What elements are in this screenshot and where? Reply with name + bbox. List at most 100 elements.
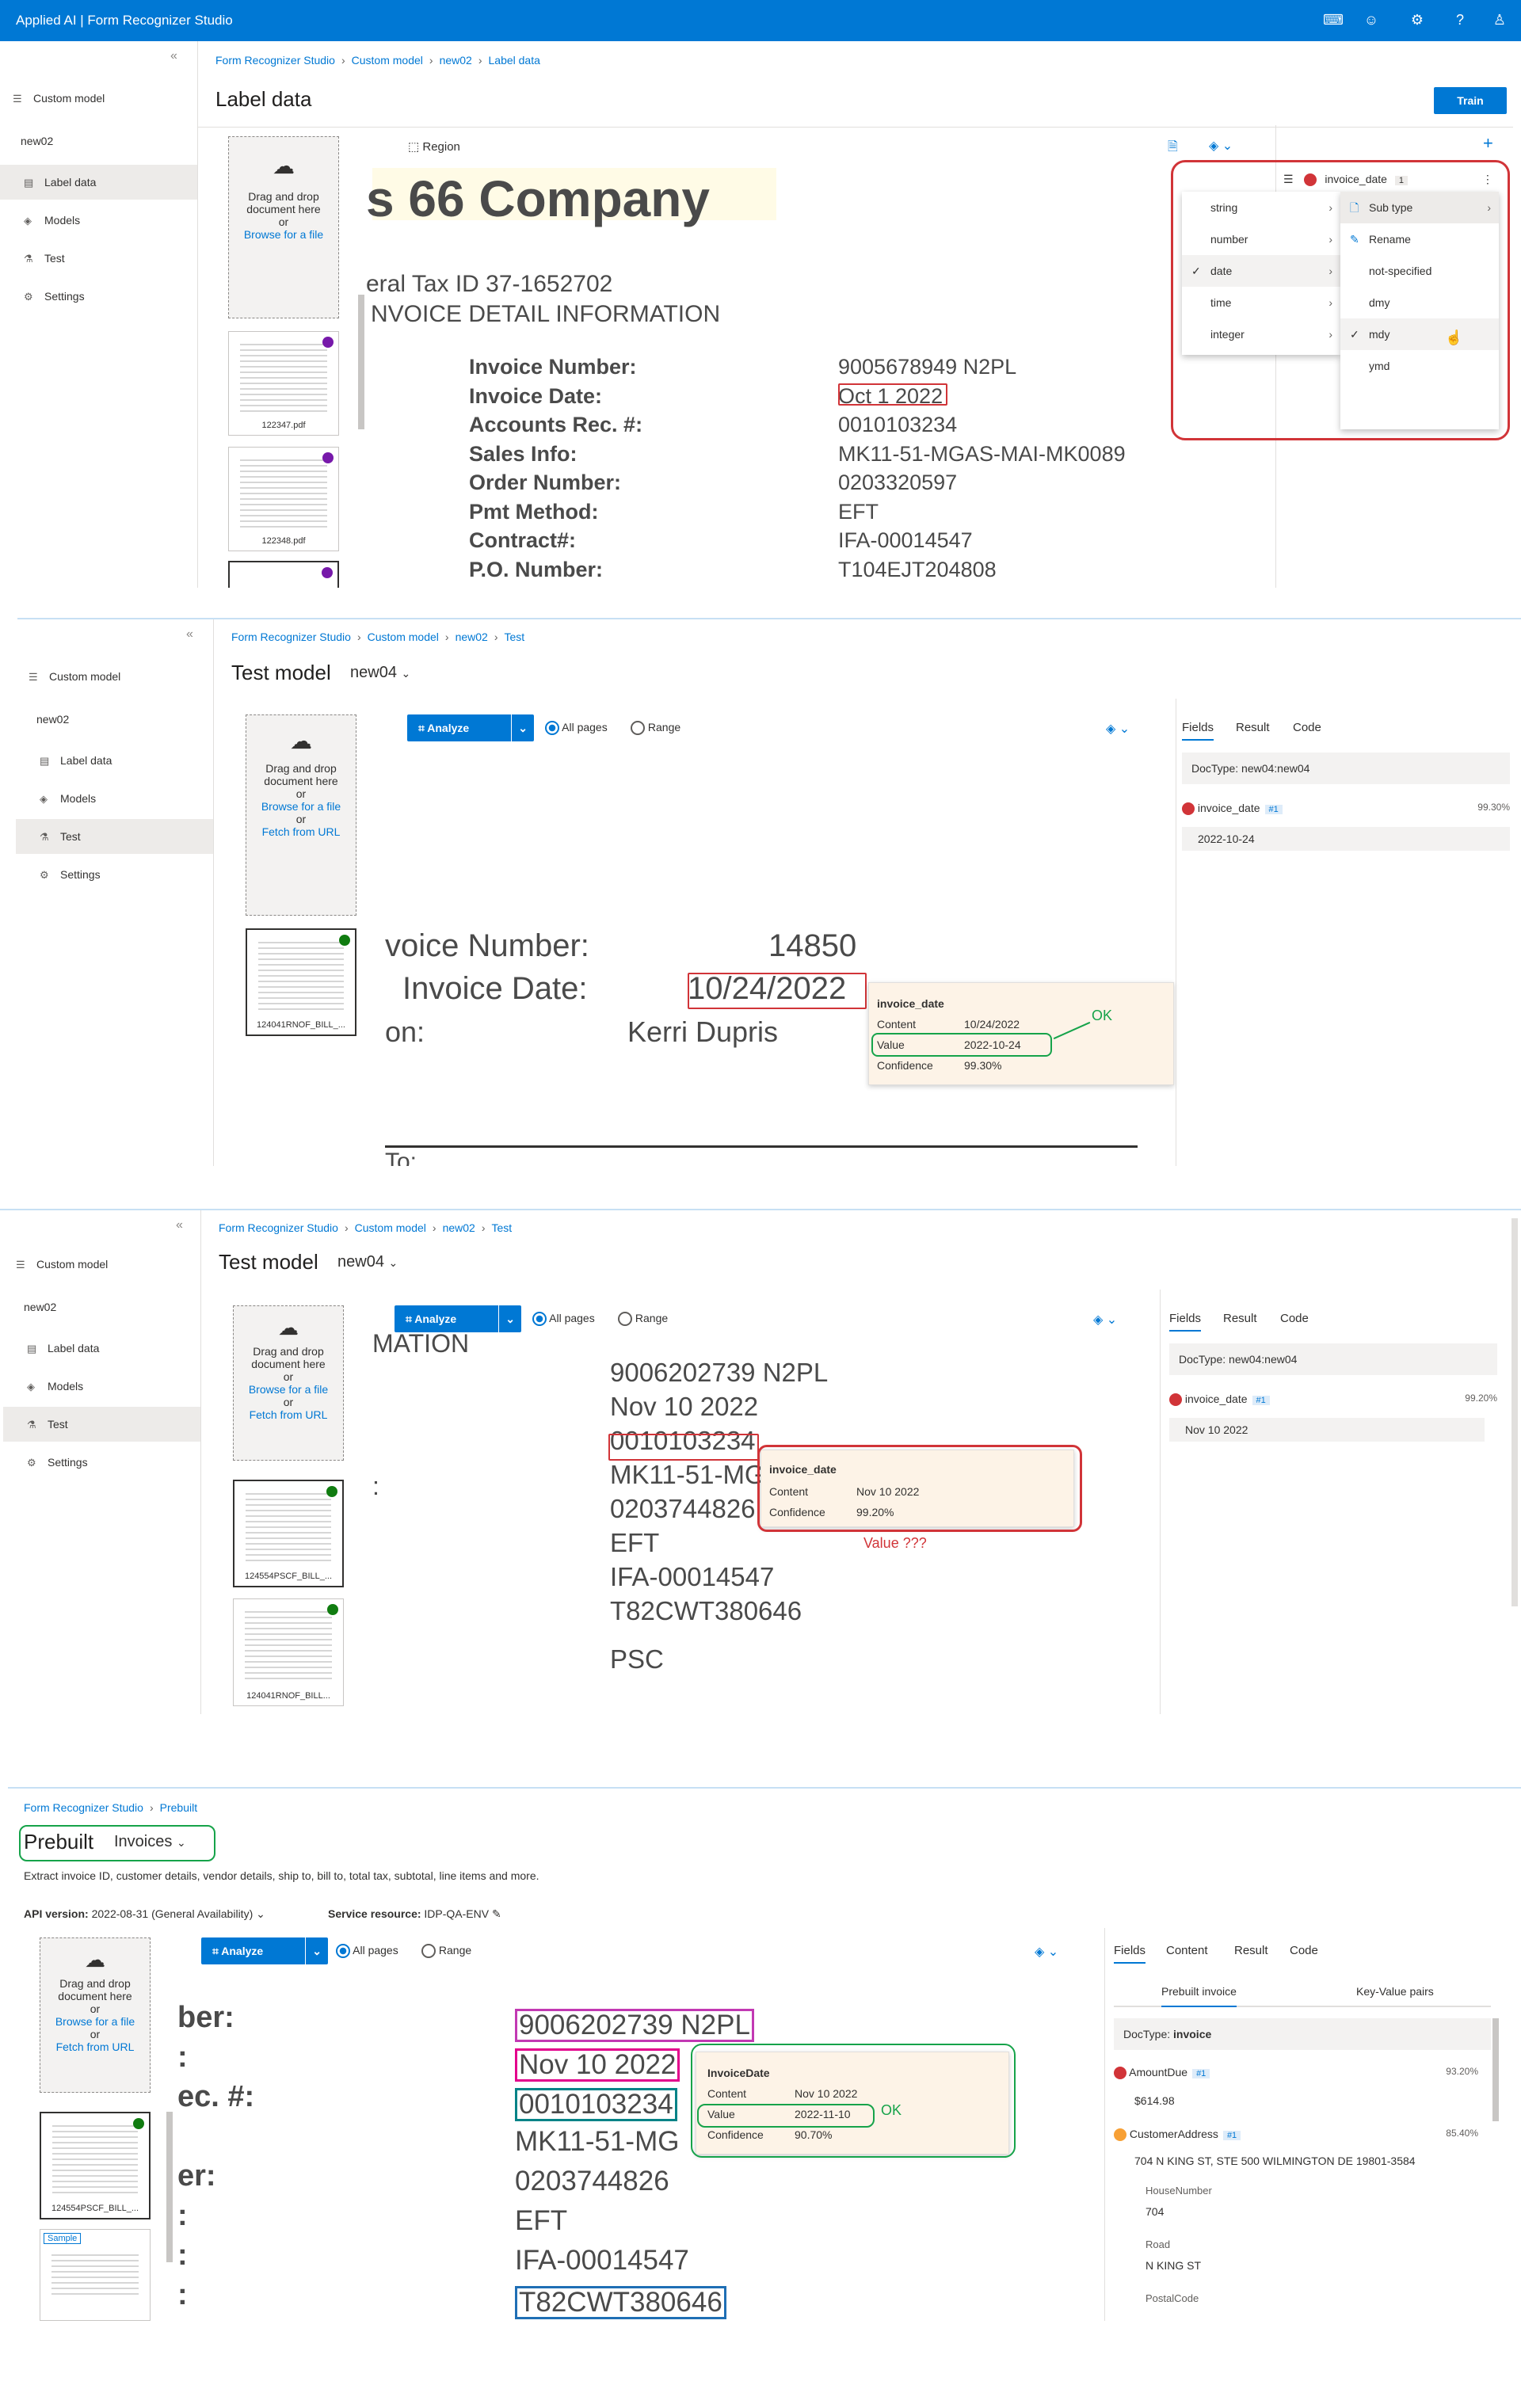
crumb-studio[interactable]: Form Recognizer Studio [215, 54, 335, 67]
sidebar-item-models[interactable]: ◈ Models [16, 781, 213, 816]
field-row[interactable]: AmountDue #1 93.20% [1114, 2066, 1478, 2080]
api-version[interactable]: API version: 2022-08-31 (General Availab… [24, 1907, 265, 1921]
subfield-value[interactable]: N KING ST [1146, 2259, 1201, 2272]
radio-range[interactable]: Range [618, 1312, 668, 1327]
model-selector[interactable]: new04 ⌄ [350, 664, 410, 682]
crumb-label-data[interactable]: Label data [489, 54, 540, 67]
sidebar-item-test[interactable]: ⚗ Test [3, 1407, 200, 1442]
crumb-studio[interactable]: Form Recognizer Studio [231, 631, 351, 643]
layers-icon[interactable]: ◈ ⌄ [1035, 1944, 1058, 1960]
field-value[interactable]: $614.98 [1134, 2094, 1175, 2107]
crumb-project[interactable]: new02 [440, 54, 472, 67]
field-value[interactable]: 704 N KING ST, STE 500 WILMINGTON DE 198… [1134, 2155, 1416, 2167]
tab-fields[interactable]: Fields [1114, 1944, 1146, 1964]
thumbnail[interactable]: 124041RNOF_BILL_... [246, 928, 356, 1036]
tab-content[interactable]: Content [1166, 1944, 1208, 1957]
browse-link[interactable]: Browse for a file [261, 800, 341, 813]
edit-icon[interactable]: ✎ [492, 1907, 501, 1920]
sidebar-item-test[interactable]: ⚗ Test [16, 819, 213, 854]
doc-value[interactable]: Nov 10 2022 [515, 2048, 680, 2082]
collapse-icon[interactable]: « [186, 627, 193, 642]
crumb-custom-model[interactable]: Custom model [352, 54, 423, 67]
tab-result[interactable]: Result [1234, 1944, 1268, 1957]
sidebar-item-label-data[interactable]: ▤ Label data [16, 743, 213, 778]
sidebar-item-settings[interactable]: ⚙ Settings [0, 279, 197, 314]
field-row[interactable]: invoice_date #1 99.20% [1169, 1393, 1497, 1407]
scrollbar[interactable] [1492, 2018, 1499, 2121]
service-resource[interactable]: Service resource: IDP-QA-ENV ✎ [328, 1907, 501, 1921]
scrollbar[interactable] [166, 2112, 173, 2262]
doc-value[interactable]: T82CWT380646 [515, 2286, 726, 2319]
fetch-url-link[interactable]: Fetch from URL [250, 1408, 328, 1421]
thumbnail[interactable]: Sample [40, 2229, 151, 2321]
radio-range[interactable]: Range [631, 721, 680, 736]
crumb-test[interactable]: Test [505, 631, 525, 643]
chevron-down-icon[interactable]: ⌄ [511, 714, 528, 741]
thumbnail[interactable]: 122347.pdf [228, 331, 339, 436]
crumb-studio[interactable]: Form Recognizer Studio [24, 1801, 143, 1814]
sidebar-item-settings[interactable]: ⚙ Settings [16, 857, 213, 892]
subfield-value[interactable]: 704 [1146, 2205, 1164, 2218]
crumb-custom-model[interactable]: Custom model [368, 631, 439, 643]
tab-code[interactable]: Code [1290, 1944, 1318, 1957]
gear-icon[interactable]: ⚙ [1407, 10, 1428, 30]
radio-range[interactable]: Range [421, 1944, 471, 1959]
sidebar-item-custom-model[interactable]: ☰ Custom model [3, 1247, 200, 1282]
doc-value[interactable]: 0010103234 [515, 2088, 677, 2121]
thumbnail[interactable]: 124554PSCF_BILL_... [233, 1480, 344, 1587]
tab-code[interactable]: Code [1280, 1312, 1309, 1325]
layers-icon[interactable]: ◈ ⌄ [1093, 1312, 1117, 1328]
sidebar-item-test[interactable]: ⚗ Test [0, 241, 197, 276]
crumb-custom-model[interactable]: Custom model [355, 1221, 426, 1234]
train-button[interactable]: Train [1434, 87, 1507, 114]
field-row[interactable]: CustomerAddress #1 85.40% [1114, 2128, 1478, 2142]
smiley-icon[interactable]: ☺ [1361, 10, 1382, 30]
dropzone[interactable]: ☁ Drag and drop document here or Browse … [233, 1305, 344, 1461]
thumbnail[interactable]: 122348.pdf [228, 447, 339, 551]
scrollbar[interactable] [1511, 1218, 1518, 1606]
radio-all-pages[interactable]: All pages [545, 721, 608, 736]
sidebar-item-custom-model[interactable]: ☰ Custom model [0, 81, 197, 116]
sidebar-item-label-data[interactable]: ▤ Label data [3, 1331, 200, 1366]
add-field-icon[interactable]: + [1483, 133, 1493, 154]
tab-result[interactable]: Result [1236, 721, 1270, 734]
crumb-studio[interactable]: Form Recognizer Studio [219, 1221, 338, 1234]
fetch-url-link[interactable]: Fetch from URL [56, 2040, 135, 2053]
radio-all-pages[interactable]: All pages [336, 1944, 398, 1959]
crumb-project[interactable]: new02 [443, 1221, 475, 1234]
thumbnail[interactable]: 124554PSCF_BILL_... [40, 2112, 151, 2219]
sidebar-item-settings[interactable]: ⚙ Settings [3, 1445, 200, 1480]
sidebar-item-models[interactable]: ◈ Models [3, 1369, 200, 1404]
subtab-key-value[interactable]: Key-Value pairs [1356, 1985, 1434, 1998]
dropzone[interactable]: ☁ Drag and drop document here or Browse … [246, 714, 356, 916]
layers-icon[interactable]: ◈ ⌄ [1106, 721, 1130, 737]
field-value[interactable]: 2022-10-24 [1182, 827, 1510, 851]
browse-link[interactable]: Browse for a file [249, 1383, 328, 1396]
field-region-highlight[interactable] [608, 1434, 759, 1461]
sidebar-item-models[interactable]: ◈ Models [0, 203, 197, 238]
keyboard-icon[interactable]: ⌨ [1323, 10, 1344, 30]
field-row[interactable]: invoice_date #1 99.30% [1182, 802, 1510, 816]
radio-all-pages[interactable]: All pages [532, 1312, 595, 1327]
browse-link[interactable]: Browse for a file [244, 228, 323, 241]
doc-value[interactable]: 9006202739 N2PL [515, 2009, 754, 2042]
collapse-icon[interactable]: « [176, 1218, 183, 1233]
crumb-prebuilt[interactable]: Prebuilt [160, 1801, 197, 1814]
label-region-highlight[interactable] [838, 383, 947, 406]
chevron-down-icon[interactable]: ⌄ [498, 1305, 515, 1332]
tab-fields[interactable]: Fields [1182, 721, 1214, 741]
sidebar-item-label-data[interactable]: ▤ Label data [0, 165, 197, 200]
field-value[interactable]: Nov 10 2022 [1169, 1418, 1485, 1442]
analyze-button[interactable]: ⌗ Analyze ⌄ [407, 714, 534, 741]
scrollbar[interactable] [358, 295, 364, 429]
tab-result[interactable]: Result [1223, 1312, 1257, 1325]
model-selector[interactable]: new04 ⌄ [337, 1253, 398, 1271]
layers-icon[interactable]: ◈ ⌄ [1209, 138, 1233, 154]
crumb-test[interactable]: Test [492, 1221, 513, 1234]
help-icon[interactable]: ? [1450, 10, 1470, 30]
browse-link[interactable]: Browse for a file [55, 2015, 135, 2028]
collapse-icon[interactable]: « [170, 49, 177, 63]
analyze-button[interactable]: ⌗ Analyze ⌄ [201, 1937, 328, 1964]
thumbnail[interactable]: 124041RNOF_BILL... [233, 1598, 344, 1706]
user-icon[interactable]: ♙ [1489, 10, 1510, 30]
